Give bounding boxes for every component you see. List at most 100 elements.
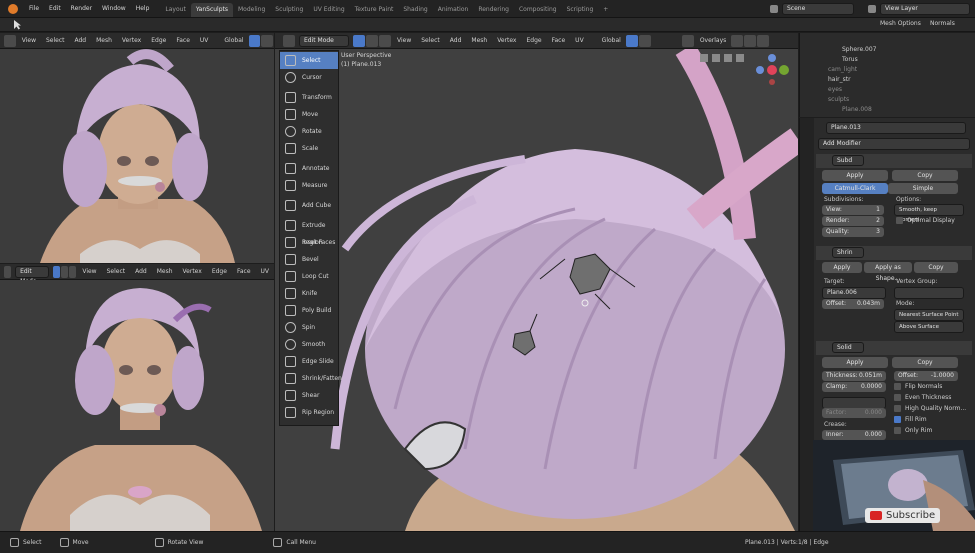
snap-mode-dropdown[interactable]: Above Surface: [894, 321, 964, 333]
add-workspace-button[interactable]: +: [598, 3, 613, 17]
factor-field[interactable]: Factor: 0.000: [822, 408, 886, 418]
tool-scale[interactable]: Scale: [280, 140, 338, 157]
xray-toggle-icon[interactable]: [681, 34, 694, 47]
menu-uv[interactable]: UV: [195, 37, 214, 44]
menu-edge[interactable]: Edge: [207, 268, 232, 275]
editor-type-icon[interactable]: [4, 34, 16, 47]
menu-window[interactable]: Window: [97, 0, 131, 18]
add-modifier-dropdown[interactable]: Add Modifier: [818, 138, 970, 150]
menu-edge[interactable]: Edge: [146, 37, 171, 44]
subd-copy-button[interactable]: Copy: [892, 170, 958, 181]
catmull-clark-toggle[interactable]: Catmull-Clark: [822, 183, 888, 194]
tab-sculpting[interactable]: Sculpting: [270, 3, 308, 17]
menu-view[interactable]: View: [17, 37, 41, 44]
face-select-icon[interactable]: [69, 265, 77, 278]
tab-animation[interactable]: Animation: [433, 3, 474, 17]
tool-extrude-region[interactable]: Extrude Region: [280, 217, 338, 246]
vertex-select-icon[interactable]: [353, 34, 365, 47]
orientation-dropdown[interactable]: Global: [219, 37, 248, 44]
vertex-select-icon[interactable]: [52, 265, 61, 278]
subd-name-field[interactable]: Subd: [832, 155, 864, 166]
tab-layout[interactable]: Layout: [160, 3, 190, 17]
overlays-dropdown[interactable]: Overlays: [695, 37, 731, 44]
tool-rip-region[interactable]: Rip Region: [280, 404, 338, 421]
tab-texture-paint[interactable]: Texture Paint: [350, 3, 399, 17]
tab-scripting[interactable]: Scripting: [562, 3, 599, 17]
thickness-field[interactable]: Thickness: 0.051m: [822, 371, 886, 381]
target-field[interactable]: Plane.006: [822, 287, 886, 299]
subd-render-field[interactable]: Render: 2: [822, 216, 884, 226]
subd-quality-field[interactable]: Quality: 3: [822, 227, 884, 237]
tool-bevel[interactable]: Bevel: [280, 251, 338, 268]
shading-material-icon[interactable]: [744, 34, 757, 47]
menu-mesh[interactable]: Mesh: [466, 37, 492, 44]
mesh-options-menu[interactable]: Mesh Options: [880, 20, 921, 27]
shrink-offset-field[interactable]: Offset: 0.043m: [822, 299, 884, 309]
proportional-edit-icon[interactable]: [638, 34, 651, 47]
menu-face[interactable]: Face: [232, 268, 256, 275]
edge-select-icon[interactable]: [366, 34, 378, 47]
tab-compositing[interactable]: Compositing: [514, 3, 562, 17]
view-layer-field[interactable]: View Layer: [880, 3, 970, 15]
menu-help[interactable]: Help: [131, 0, 155, 18]
menu-face[interactable]: Face: [171, 37, 195, 44]
tool-spin[interactable]: Spin: [280, 319, 338, 336]
tool-smooth[interactable]: Smooth: [280, 336, 338, 353]
blender-logo-icon[interactable]: [8, 3, 18, 14]
shrinkwrap-name-field[interactable]: Shrin: [832, 247, 864, 258]
outliner-row[interactable]: Sphere.007: [800, 45, 975, 55]
flip-normals-checkbox[interactable]: Flip Normals: [894, 383, 942, 390]
high-quality-normals-checkbox[interactable]: High Quality Norm...: [894, 405, 966, 412]
tool-loop-cut[interactable]: Loop Cut: [280, 268, 338, 285]
wrap-mode-dropdown[interactable]: Nearest Surface Point: [894, 309, 964, 321]
menu-add[interactable]: Add: [445, 37, 467, 44]
scene-field[interactable]: Scene: [782, 3, 854, 15]
menu-add[interactable]: Add: [130, 268, 152, 275]
tab-uv-editing[interactable]: UV Editing: [308, 3, 349, 17]
tool-edge-slide[interactable]: Edge Slide: [280, 353, 338, 370]
tool-inset-faces[interactable]: Inset Faces: [280, 234, 338, 251]
snap-toggle-icon[interactable]: [625, 34, 638, 47]
solidify-modifier-header[interactable]: Solid: [816, 341, 972, 355]
subd-apply-button[interactable]: Apply: [822, 170, 888, 181]
tool-knife[interactable]: Knife: [280, 285, 338, 302]
fill-rim-checkbox[interactable]: Fill Rim: [894, 416, 927, 423]
menu-select[interactable]: Select: [416, 37, 445, 44]
normals-menu[interactable]: Normals: [930, 20, 955, 27]
tool-shear[interactable]: Shear: [280, 387, 338, 404]
solid-offset-field[interactable]: Offset: -1.0000: [894, 371, 958, 381]
vertex-group-field[interactable]: [894, 287, 964, 299]
face-select-icon[interactable]: [379, 34, 391, 47]
outliner-row[interactable]: Torus: [800, 55, 975, 65]
menu-vertex[interactable]: Vertex: [117, 37, 146, 44]
snap-toggle-icon[interactable]: [248, 34, 261, 47]
outliner-row[interactable]: Plane.008: [800, 105, 975, 115]
mode-dropdown[interactable]: Edit Mode: [15, 265, 49, 285]
simple-toggle[interactable]: Simple: [888, 183, 958, 194]
tool-rotate[interactable]: Rotate: [280, 123, 338, 140]
left-top-viewport[interactable]: [0, 49, 274, 263]
select-cursor-icon[interactable]: [12, 19, 22, 30]
solidify-name-field[interactable]: Solid: [832, 342, 864, 353]
menu-file[interactable]: File: [24, 0, 44, 18]
only-rim-checkbox[interactable]: Only Rim: [894, 427, 932, 434]
shading-solid-icon[interactable]: [731, 34, 744, 47]
menu-mesh[interactable]: Mesh: [152, 268, 178, 275]
tool-move[interactable]: Move: [280, 106, 338, 123]
navigation-gizmo[interactable]: [700, 52, 795, 92]
outliner-row[interactable]: eyes: [800, 85, 975, 95]
menu-view[interactable]: View: [77, 268, 101, 275]
object-name-field[interactable]: Plane.013: [826, 122, 966, 134]
subscribe-button[interactable]: Subscribe: [865, 508, 941, 523]
tool-shrink-fatten[interactable]: Shrink/Fatten: [280, 370, 342, 387]
solid-copy-button[interactable]: Copy: [892, 357, 958, 368]
menu-uv[interactable]: UV: [570, 37, 589, 44]
shrinkwrap-modifier-header[interactable]: Shrin: [816, 246, 972, 260]
shrink-apply-button[interactable]: Apply: [822, 262, 862, 273]
outliner-row[interactable]: hair_str: [800, 75, 975, 85]
outliner-row[interactable]: cam_light: [800, 65, 975, 75]
left-bottom-viewport[interactable]: [0, 280, 274, 531]
uv-smooth-dropdown[interactable]: Smooth, keep corners: [894, 204, 964, 223]
apply-as-shape-button[interactable]: Apply as Shape...: [864, 262, 912, 282]
tool-select[interactable]: Select: [280, 52, 338, 69]
